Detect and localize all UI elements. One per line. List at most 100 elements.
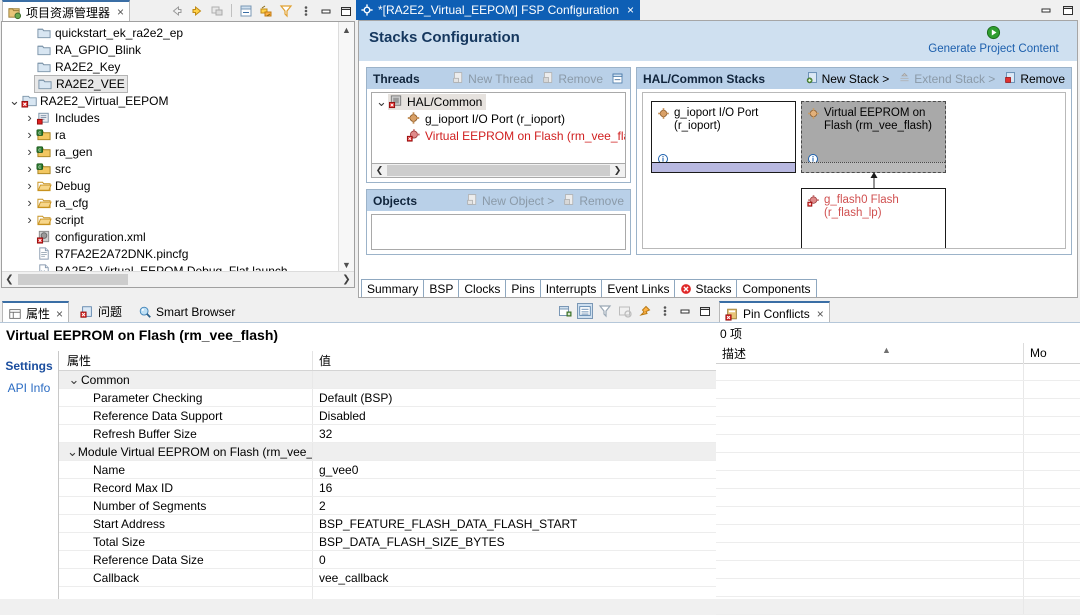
stacks-canvas[interactable]: g_ioport I/O Port (r_ioport) (642, 92, 1066, 249)
tree-horizontal-scrollbar[interactable]: ❮ ❯ (2, 271, 354, 287)
minimize-icon[interactable] (318, 3, 334, 19)
scroll-left-icon[interactable]: ❮ (2, 272, 17, 287)
property-value[interactable]: BSP_FEATURE_FLASH_DATA_FLASH_START (319, 517, 577, 531)
property-row[interactable]: Nameg_vee0 (59, 461, 716, 479)
tree-item[interactable]: ⌄RA2E2_Virtual_EEPOM (2, 92, 342, 109)
tree-item[interactable]: ›csrc (2, 160, 342, 177)
link-with-editor-icon[interactable] (209, 3, 225, 19)
view-menu-icon[interactable] (657, 303, 673, 319)
filter-icon[interactable] (597, 303, 613, 319)
chevron-right-icon[interactable]: › (23, 127, 36, 142)
property-value[interactable]: g_vee0 (319, 463, 358, 477)
scroll-right-icon[interactable]: ❯ (339, 272, 354, 287)
show-categories-icon[interactable] (577, 303, 593, 319)
tab-interrupts[interactable]: Interrupts (540, 279, 603, 297)
tree-item-content[interactable]: RA2E2_Key (36, 59, 120, 75)
tree-item-selected[interactable]: RA2E2_VEE (34, 75, 128, 93)
column-header-module[interactable]: Mo (1024, 343, 1080, 363)
thread-item-selected[interactable]: HAL/Common (388, 94, 486, 110)
threads-list[interactable]: ⌄HAL/Commong_ioport I/O Port (r_ioport)V… (371, 92, 626, 174)
property-row[interactable]: Callbackvee_callback (59, 569, 716, 587)
tab-event-links[interactable]: Event Links (601, 279, 675, 297)
property-row[interactable]: Total SizeBSP_DATA_FLASH_SIZE_BYTES (59, 533, 716, 551)
new-thread-button[interactable]: New Thread (452, 71, 533, 87)
chevron-right-icon[interactable]: › (23, 212, 36, 227)
tab-components[interactable]: Components (736, 279, 816, 297)
side-tab-api-info[interactable]: API Info (0, 377, 58, 399)
tree-item-content[interactable]: R7FA2E2A72DNK.pincfg (36, 246, 188, 262)
thread-item-content[interactable]: Virtual EEPROM on Flash (rm_vee_flas (406, 128, 626, 144)
chevron-right-icon[interactable]: › (23, 110, 36, 125)
scroll-up-icon[interactable]: ▲ (339, 22, 354, 37)
tree-item[interactable]: ›Includes (2, 109, 342, 126)
remove-object-button[interactable]: Remove (563, 193, 624, 209)
properties-table[interactable]: 属性 值 ⌄CommonParameter CheckingDefault (B… (59, 351, 716, 599)
thread-item-content[interactable]: g_ioport I/O Port (r_ioport) (406, 111, 565, 127)
new-properties-view-icon[interactable] (557, 303, 573, 319)
tree-item[interactable]: configuration.xml (2, 228, 342, 245)
chevron-down-icon[interactable]: ⌄ (67, 375, 81, 384)
tree-item-content[interactable]: cra_gen (36, 144, 92, 160)
tab-fsp-configuration[interactable]: *[RA2E2_Virtual_EEPOM] FSP Configuration… (356, 0, 640, 20)
link-editor-icon[interactable] (258, 3, 274, 19)
thread-tree-item[interactable]: ⌄HAL/Common (372, 93, 625, 110)
pin-icon[interactable] (637, 303, 653, 319)
scroll-thumb[interactable] (18, 274, 128, 285)
maximize-icon[interactable] (338, 3, 354, 19)
scroll-left-icon[interactable]: ❮ (373, 164, 386, 177)
tree-item-content[interactable]: Debug (36, 178, 90, 194)
maximize-icon[interactable] (1060, 2, 1076, 18)
chevron-down-icon[interactable]: ⌄ (67, 447, 78, 456)
tab-pins[interactable]: Pins (505, 279, 540, 297)
tree-item[interactable]: ›Debug (2, 177, 342, 194)
tree-item-content[interactable]: RA2E2_Virtual_EEPOM (21, 93, 169, 109)
info-icon[interactable] (807, 248, 819, 249)
property-value[interactable]: Default (BSP) (319, 391, 392, 405)
property-row[interactable]: Parameter CheckingDefault (BSP) (59, 389, 716, 407)
tree-item-content[interactable]: Includes (36, 110, 100, 126)
close-icon[interactable]: × (117, 5, 124, 19)
generate-project-content-link[interactable]: Generate Project Content (916, 43, 1071, 55)
tab-properties[interactable]: 属性× (2, 301, 69, 324)
view-menu-icon[interactable] (298, 3, 314, 19)
thread-tree-item[interactable]: g_ioport I/O Port (r_ioport) (372, 110, 625, 127)
new-object-button[interactable]: New Object > (466, 193, 554, 209)
tab-bsp[interactable]: BSP (423, 279, 459, 297)
project-tree-container[interactable]: quickstart_ek_ra2e2_epRA_GPIO_BlinkRA2E2… (1, 21, 355, 288)
remove-stack-button[interactable]: Remove (1004, 71, 1065, 87)
restore-default-icon[interactable] (617, 303, 633, 319)
tree-item-content[interactable]: script (36, 212, 84, 228)
flash-lp-stack-box[interactable]: g_flash0 Flash (r_flash_lp) (801, 188, 946, 249)
property-row[interactable]: Start AddressBSP_FEATURE_FLASH_DATA_FLAS… (59, 515, 716, 533)
tree-item-content[interactable]: csrc (36, 161, 71, 177)
property-value[interactable]: BSP_DATA_FLASH_SIZE_BYTES (319, 535, 505, 549)
property-row[interactable]: Number of Segments2 (59, 497, 716, 515)
maximize-icon[interactable] (697, 303, 713, 319)
collapse-all-icon[interactable] (238, 3, 254, 19)
threads-horizontal-scrollbar[interactable]: ❮ ❯ (371, 163, 626, 178)
column-header-description[interactable]: 描述 ▲ (716, 343, 1024, 363)
tree-item-content[interactable]: RA_GPIO_Blink (36, 42, 141, 58)
tree-item-content[interactable]: ra_cfg (36, 195, 88, 211)
chevron-right-icon[interactable]: › (23, 161, 36, 176)
tree-item[interactable]: ›cra (2, 126, 342, 143)
forward-arrow-icon[interactable] (189, 3, 205, 19)
property-value[interactable]: 16 (319, 481, 332, 495)
filter-icon[interactable] (278, 3, 294, 19)
column-header-property[interactable]: 属性 (59, 351, 313, 370)
property-value[interactable]: 2 (319, 499, 326, 513)
tree-item[interactable]: ›cra_gen (2, 143, 342, 160)
tree-item-content[interactable]: quickstart_ek_ra2e2_ep (36, 25, 183, 41)
chevron-right-icon[interactable]: › (23, 144, 36, 159)
minimize-icon[interactable] (677, 303, 693, 319)
vee-flash-stack-box[interactable]: Virtual EEPROM on Flash (rm_vee_flash) (801, 101, 946, 173)
property-row[interactable]: Reference Data SupportDisabled (59, 407, 716, 425)
new-stack-button[interactable]: New Stack > (806, 71, 890, 87)
column-header-value[interactable]: 值 (313, 351, 716, 370)
property-row[interactable]: ⌄Common (59, 371, 716, 389)
scroll-right-icon[interactable]: ❯ (611, 164, 624, 177)
tab-smart-browser[interactable]: Smart Browser (133, 301, 240, 322)
property-value[interactable]: Disabled (319, 409, 366, 423)
extend-stack-button[interactable]: Extend Stack > (898, 71, 995, 87)
tab-summary[interactable]: Summary (361, 279, 424, 297)
